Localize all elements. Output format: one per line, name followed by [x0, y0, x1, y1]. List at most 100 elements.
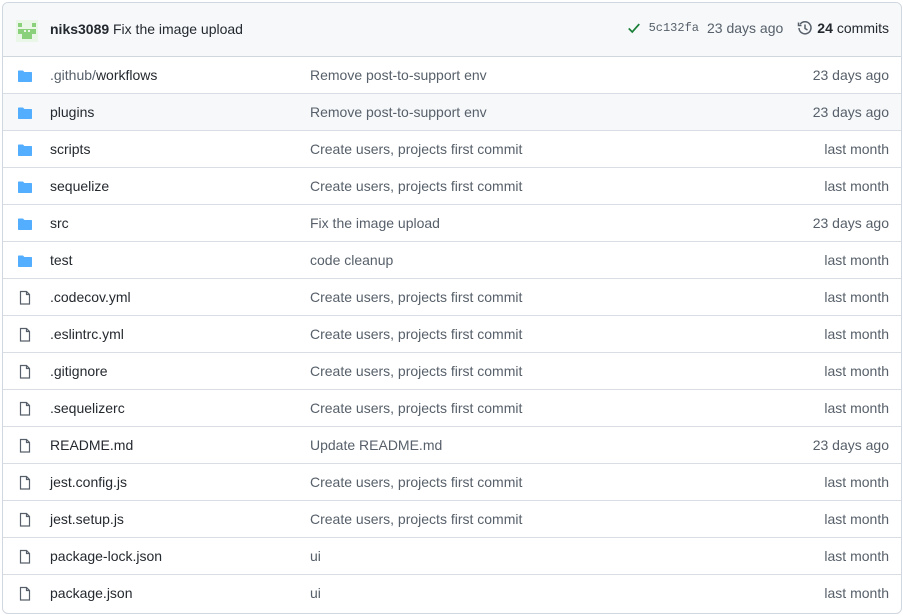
- file-row[interactable]: sequelize Create users, projects first co…: [3, 168, 901, 205]
- file-icon: [17, 327, 33, 343]
- file-icon: [17, 586, 33, 602]
- commit-age: last month: [824, 511, 889, 527]
- commit-message-link[interactable]: Remove post-to-support env: [310, 67, 487, 83]
- commits-count: 24: [817, 20, 833, 36]
- commit-age: last month: [824, 252, 889, 268]
- file-name-text: scripts: [50, 141, 91, 157]
- file-name-link[interactable]: .sequelizerc: [50, 400, 125, 416]
- commit-message[interactable]: Fix the image upload: [113, 21, 243, 37]
- file-icon: [17, 438, 33, 454]
- file-row[interactable]: README.md Update README.md 23 days ago: [3, 427, 901, 464]
- file-name-text: package-lock.json: [50, 548, 163, 564]
- commit-message-link[interactable]: Create users, projects first commit: [310, 400, 522, 416]
- history-icon: [798, 21, 812, 35]
- commit-message-link[interactable]: Create users, projects first commit: [310, 511, 522, 527]
- commit-message-link[interactable]: Create users, projects first commit: [310, 363, 522, 379]
- file-name-text: package.json: [50, 585, 133, 601]
- file-row[interactable]: .codecov.yml Create users, projects first…: [3, 279, 901, 316]
- file-row[interactable]: scripts Create users, projects first comm…: [3, 131, 901, 168]
- file-name-link[interactable]: README.md: [50, 437, 133, 453]
- commit-age: 23 days ago: [812, 437, 889, 453]
- latest-commit-bar: niks3089 Fix the image upload 5c132fa 23…: [3, 3, 901, 57]
- file-list: .github/workflows Remove post-to-support …: [3, 57, 901, 611]
- commit-age: 23 days ago: [812, 104, 889, 120]
- file-icon: [17, 475, 33, 491]
- commit-message-link[interactable]: Create users, projects first commit: [310, 289, 522, 305]
- file-row[interactable]: package.json ui last month: [3, 575, 901, 611]
- commit-age: last month: [824, 363, 889, 379]
- commit-age: last month: [824, 400, 889, 416]
- file-name-text: README.md: [50, 437, 134, 453]
- commits-link[interactable]: 24 commits: [797, 20, 889, 36]
- file-row[interactable]: .github/workflows Remove post-to-support …: [3, 57, 901, 94]
- commit-message-link[interactable]: code cleanup: [310, 252, 393, 268]
- file-icon: [17, 364, 33, 380]
- commit-message-link[interactable]: ui: [310, 548, 321, 564]
- commit-message-link[interactable]: Create users, projects first commit: [310, 474, 522, 490]
- file-name-text: .codecov.yml: [50, 289, 131, 305]
- file-icon: [17, 549, 33, 565]
- commit-meta: 5c132fa 23 days ago 24 commits: [627, 20, 889, 36]
- commits-label: commits: [836, 20, 889, 36]
- file-browser: niks3089 Fix the image upload 5c132fa 23…: [2, 2, 902, 614]
- file-name-link[interactable]: src: [50, 215, 69, 231]
- commit-message-link[interactable]: Update README.md: [310, 437, 442, 453]
- commit-age: last month: [824, 326, 889, 342]
- commit-author[interactable]: niks3089: [50, 21, 109, 37]
- file-name-text: plugins: [50, 104, 95, 120]
- commit-age: last month: [824, 548, 889, 564]
- file-name-text: .sequelizerc: [50, 400, 125, 416]
- file-row[interactable]: plugins Remove post-to-support env 23 days…: [3, 94, 901, 131]
- commit-age: 23 days ago: [812, 67, 889, 83]
- commit-age: last month: [824, 585, 889, 601]
- avatar[interactable]: [16, 20, 38, 42]
- file-name-link[interactable]: package-lock.json: [50, 548, 162, 564]
- commit-message-link[interactable]: Create users, projects first commit: [310, 178, 522, 194]
- folder-icon: [17, 105, 33, 121]
- commit-message-link[interactable]: Create users, projects first commit: [310, 141, 522, 157]
- file-row[interactable]: package-lock.json ui last month: [3, 538, 901, 575]
- file-name-link[interactable]: jest.config.js: [50, 474, 127, 490]
- path-prefix: .github/: [50, 67, 96, 83]
- file-name-link[interactable]: .codecov.yml: [50, 289, 131, 305]
- commit-age: last month: [824, 178, 889, 194]
- file-row[interactable]: jest.config.js Create users, projects fir…: [3, 464, 901, 501]
- file-name-link[interactable]: sequelize: [50, 178, 109, 194]
- folder-icon: [17, 179, 33, 195]
- file-name-link[interactable]: jest.setup.js: [50, 511, 124, 527]
- file-icon: [17, 401, 33, 417]
- file-icon: [17, 290, 33, 306]
- check-icon[interactable]: [627, 21, 641, 35]
- commit-message-link[interactable]: Fix the image upload: [310, 215, 440, 231]
- file-name-text: .eslintrc.yml: [50, 326, 124, 342]
- folder-icon: [17, 253, 33, 269]
- commit-age: last month: [824, 289, 889, 305]
- file-name-link[interactable]: scripts: [50, 141, 90, 157]
- file-name-text: test: [50, 252, 73, 268]
- file-name-link[interactable]: .github/workflows: [50, 67, 157, 83]
- commit-age: last month: [824, 474, 889, 490]
- commit-message-link[interactable]: ui: [310, 585, 321, 601]
- commit-message-link[interactable]: Create users, projects first commit: [310, 326, 522, 342]
- commit-age: last month: [824, 141, 889, 157]
- file-row[interactable]: .gitignore Create users, projects first c…: [3, 353, 901, 390]
- file-name-text: jest.setup.js: [50, 511, 124, 527]
- file-name-link[interactable]: test: [50, 252, 73, 268]
- file-name-link[interactable]: package.json: [50, 585, 133, 601]
- file-name-text: jest.config.js: [50, 474, 128, 490]
- folder-icon: [17, 216, 33, 232]
- commit-sha[interactable]: 5c132fa: [649, 21, 699, 35]
- folder-icon: [17, 68, 33, 84]
- commit-message-link[interactable]: Remove post-to-support env: [310, 104, 487, 120]
- file-name-link[interactable]: .gitignore: [50, 363, 108, 379]
- file-name-link[interactable]: plugins: [50, 104, 94, 120]
- file-row[interactable]: test code cleanup last month: [3, 242, 901, 279]
- file-name-text: sequelize: [50, 178, 110, 194]
- file-name-link[interactable]: .eslintrc.yml: [50, 326, 124, 342]
- folder-icon: [17, 142, 33, 158]
- file-row[interactable]: .sequelizerc Create users, projects first…: [3, 390, 901, 427]
- file-row[interactable]: src Fix the image upload 23 days ago: [3, 205, 901, 242]
- file-row[interactable]: jest.setup.js Create users, projects firs…: [3, 501, 901, 538]
- file-name-text: .gitignore: [50, 363, 108, 379]
- file-row[interactable]: .eslintrc.yml Create users, projects firs…: [3, 316, 901, 353]
